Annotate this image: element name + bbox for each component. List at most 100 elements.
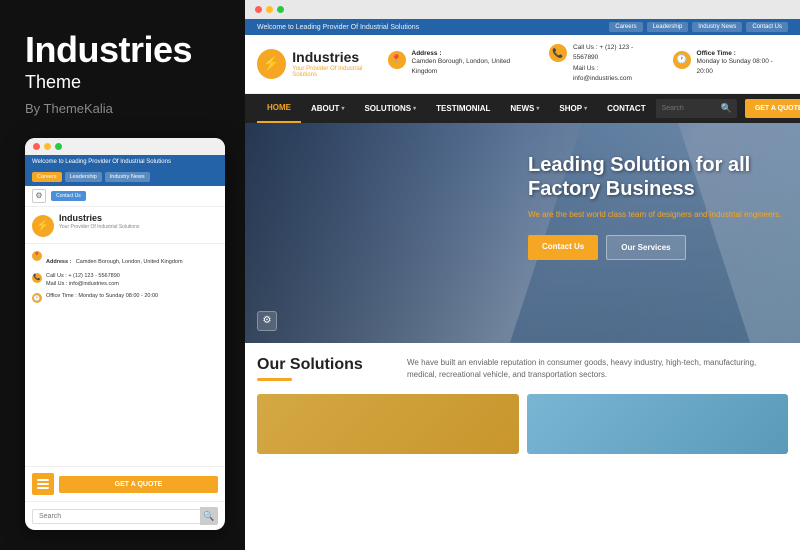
mobile-address-row: 📍 Address : Camden Borough, London, Unit… [32,250,218,268]
hero-description: We are the best world class team of desi… [528,209,788,221]
phone-icon: 📞 [32,273,42,283]
left-panel: Industries Theme By ThemeKalia Welcome t… [0,0,245,550]
menu-line-3 [37,487,49,489]
hero-contact-button[interactable]: Contact Us [528,235,598,260]
mobile-search-input[interactable] [32,509,201,524]
about-chevron-icon: ▾ [341,105,344,112]
hero-content: Leading Solution for all Factory Busines… [528,153,788,260]
mobile-office-text: Office Time : Monday to Sunday 08:00 - 2… [46,292,158,300]
nav-shop[interactable]: SHOP ▾ [549,95,597,122]
office-hours: Monday to Sunday 08:00 - 20:00 [78,293,158,299]
solutions-header: Our Solutions We have built an enviable … [257,357,788,383]
topbar-careers[interactable]: Careers [609,22,642,32]
mobile-gear-bar: ⚙ Contact Us [25,186,225,207]
topbar-industry-news[interactable]: Industry News [692,22,742,32]
right-panel: Welcome to Leading Provider Of Industria… [245,0,800,550]
desktop-search-button[interactable]: 🔍 [716,99,737,118]
desktop-header: ⚡ Industries Your Provider Of Industrial… [245,35,800,94]
call-value: Call Us : + (12) 123 - 5567890 [46,272,120,280]
desktop-office-text: Office Time : Monday to Sunday 08:00 - 2… [697,50,788,78]
desktop-search-wrap: 🔍 [656,99,737,118]
call-label: Call Us : [46,273,67,279]
solutions-underline [257,378,292,381]
desktop-address-value: Camden Borough, London, United Kingdom [412,57,534,78]
solutions-image-1 [257,394,519,454]
solutions-title-wrap: Our Solutions [257,357,387,381]
browser-dot-yellow [266,6,273,13]
mobile-preview: Welcome to Leading Provider Of Industria… [25,138,225,530]
nav-about[interactable]: ABOUT ▾ [301,95,354,122]
desktop-logo-sub: Your Provider Of Industrial Solutions [292,66,386,78]
mobile-pill-careers[interactable]: Careers [32,172,62,182]
desktop-clock-icon: 🕐 [673,51,691,69]
desktop-contact-item: 📞 Call Us : + (12) 123 - 5567890 Mail Us… [548,43,658,85]
hero-services-button[interactable]: Our Services [606,235,685,260]
topbar-leadership[interactable]: Leadership [647,22,689,32]
desktop-lightning-icon: ⚡ [263,55,280,72]
clock-icon: 🕐 [32,293,42,303]
desktop-topbar-links: Careers Leadership Industry News Contact… [609,22,788,32]
topbar-contact[interactable]: Contact Us [746,22,788,32]
nav-solutions[interactable]: SOLUTIONS ▾ [354,95,426,122]
desktop-location-icon-wrap: 📍 [387,50,407,70]
desktop-quote-button[interactable]: GET A QUOTE [745,99,800,118]
mail-address: info@industries.com [69,281,119,287]
desktop-mail-value: info@industries.com [573,75,632,82]
solutions-description: We have built an enviable reputation in … [407,357,788,383]
desktop-hero: Leading Solution for all Factory Busines… [245,123,800,343]
lightning-icon: ⚡ [36,219,50,232]
mobile-search-button[interactable]: 🔍 [200,507,218,525]
desktop-call-row: Call Us : + (12) 123 - 5567890 [573,43,658,64]
nav-news[interactable]: NEWS ▾ [500,95,549,122]
mobile-search-bar: 🔍 [25,501,225,530]
theme-by: By ThemeKalia [25,101,220,116]
mail-label: Mail Us : [46,281,67,287]
theme-title: Industries [25,30,220,70]
desktop-solutions: Our Solutions We have built an enviable … [245,343,800,550]
desktop-topbar: Welcome to Leading Provider Of Industria… [245,19,800,35]
desktop-nav-links: HOME ABOUT ▾ SOLUTIONS ▾ TESTIMONIAL NEW… [257,94,656,123]
dot-yellow [44,143,51,150]
news-chevron-icon: ▾ [536,105,539,112]
dot-red [33,143,40,150]
mobile-call-row: 📞 Call Us : + (12) 123 - 5567890 Mail Us… [32,272,218,289]
mail-value: Mail Us : info@industries.com [46,280,120,288]
desktop-address-text: Address : Camden Borough, London, United… [412,50,534,78]
mobile-info-section: 📍 Address : Camden Borough, London, Unit… [25,244,225,310]
desktop-site: Welcome to Leading Provider Of Industria… [245,19,800,550]
mobile-pill-leadership[interactable]: Leadership [65,172,102,182]
mobile-logo-icon: ⚡ [32,215,54,237]
desktop-search-input[interactable] [656,101,716,116]
nav-contact[interactable]: CONTACT [597,95,656,122]
mobile-logo-name: Industries [59,213,139,225]
browser-dot-green [277,6,284,13]
office-label: Office Time : [46,293,77,299]
hero-gear-icon[interactable]: ⚙ [257,311,277,331]
nav-testimonial[interactable]: TESTIMONIAL [426,95,500,122]
mobile-contact-pill[interactable]: Contact Us [51,191,86,201]
desktop-office-label: Office Time : [697,50,788,57]
mobile-nav-pills: Careers Leadership Industry News [25,169,225,186]
hero-title: Leading Solution for all Factory Busines… [528,153,788,201]
hero-buttons: Contact Us Our Services [528,235,788,260]
hamburger-icon[interactable] [32,473,54,495]
solutions-image-2 [527,394,789,454]
desktop-logo-name: Industries [292,49,386,66]
gear-icon[interactable]: ⚙ [32,189,46,203]
page-container: Industries Theme By ThemeKalia Welcome t… [0,0,800,550]
desktop-nav: HOME ABOUT ▾ SOLUTIONS ▾ TESTIMONIAL NEW… [245,94,800,123]
desktop-address-item: 📍 Address : Camden Borough, London, Unit… [387,50,534,78]
nav-home[interactable]: HOME [257,94,301,123]
browser-dots [255,6,284,13]
solutions-chevron-icon: ▾ [413,105,416,112]
desktop-phone-icon: 📞 [549,44,567,62]
browser-dot-red [255,6,262,13]
mobile-logo-text-wrap: Industries Your Provider Of Industrial S… [59,213,139,231]
shop-chevron-icon: ▾ [584,105,587,112]
dot-green [55,143,62,150]
mobile-logo-sub: Your Provider Of Industrial Solutions [59,224,139,230]
mobile-address-text: Address : Camden Borough, London, United… [46,250,183,268]
mobile-cta-button[interactable]: GET A QUOTE [59,476,218,493]
mobile-call-text: Call Us : + (12) 123 - 5567890 Mail Us :… [46,272,120,289]
mobile-pill-industry-news[interactable]: Industry News [105,172,150,182]
